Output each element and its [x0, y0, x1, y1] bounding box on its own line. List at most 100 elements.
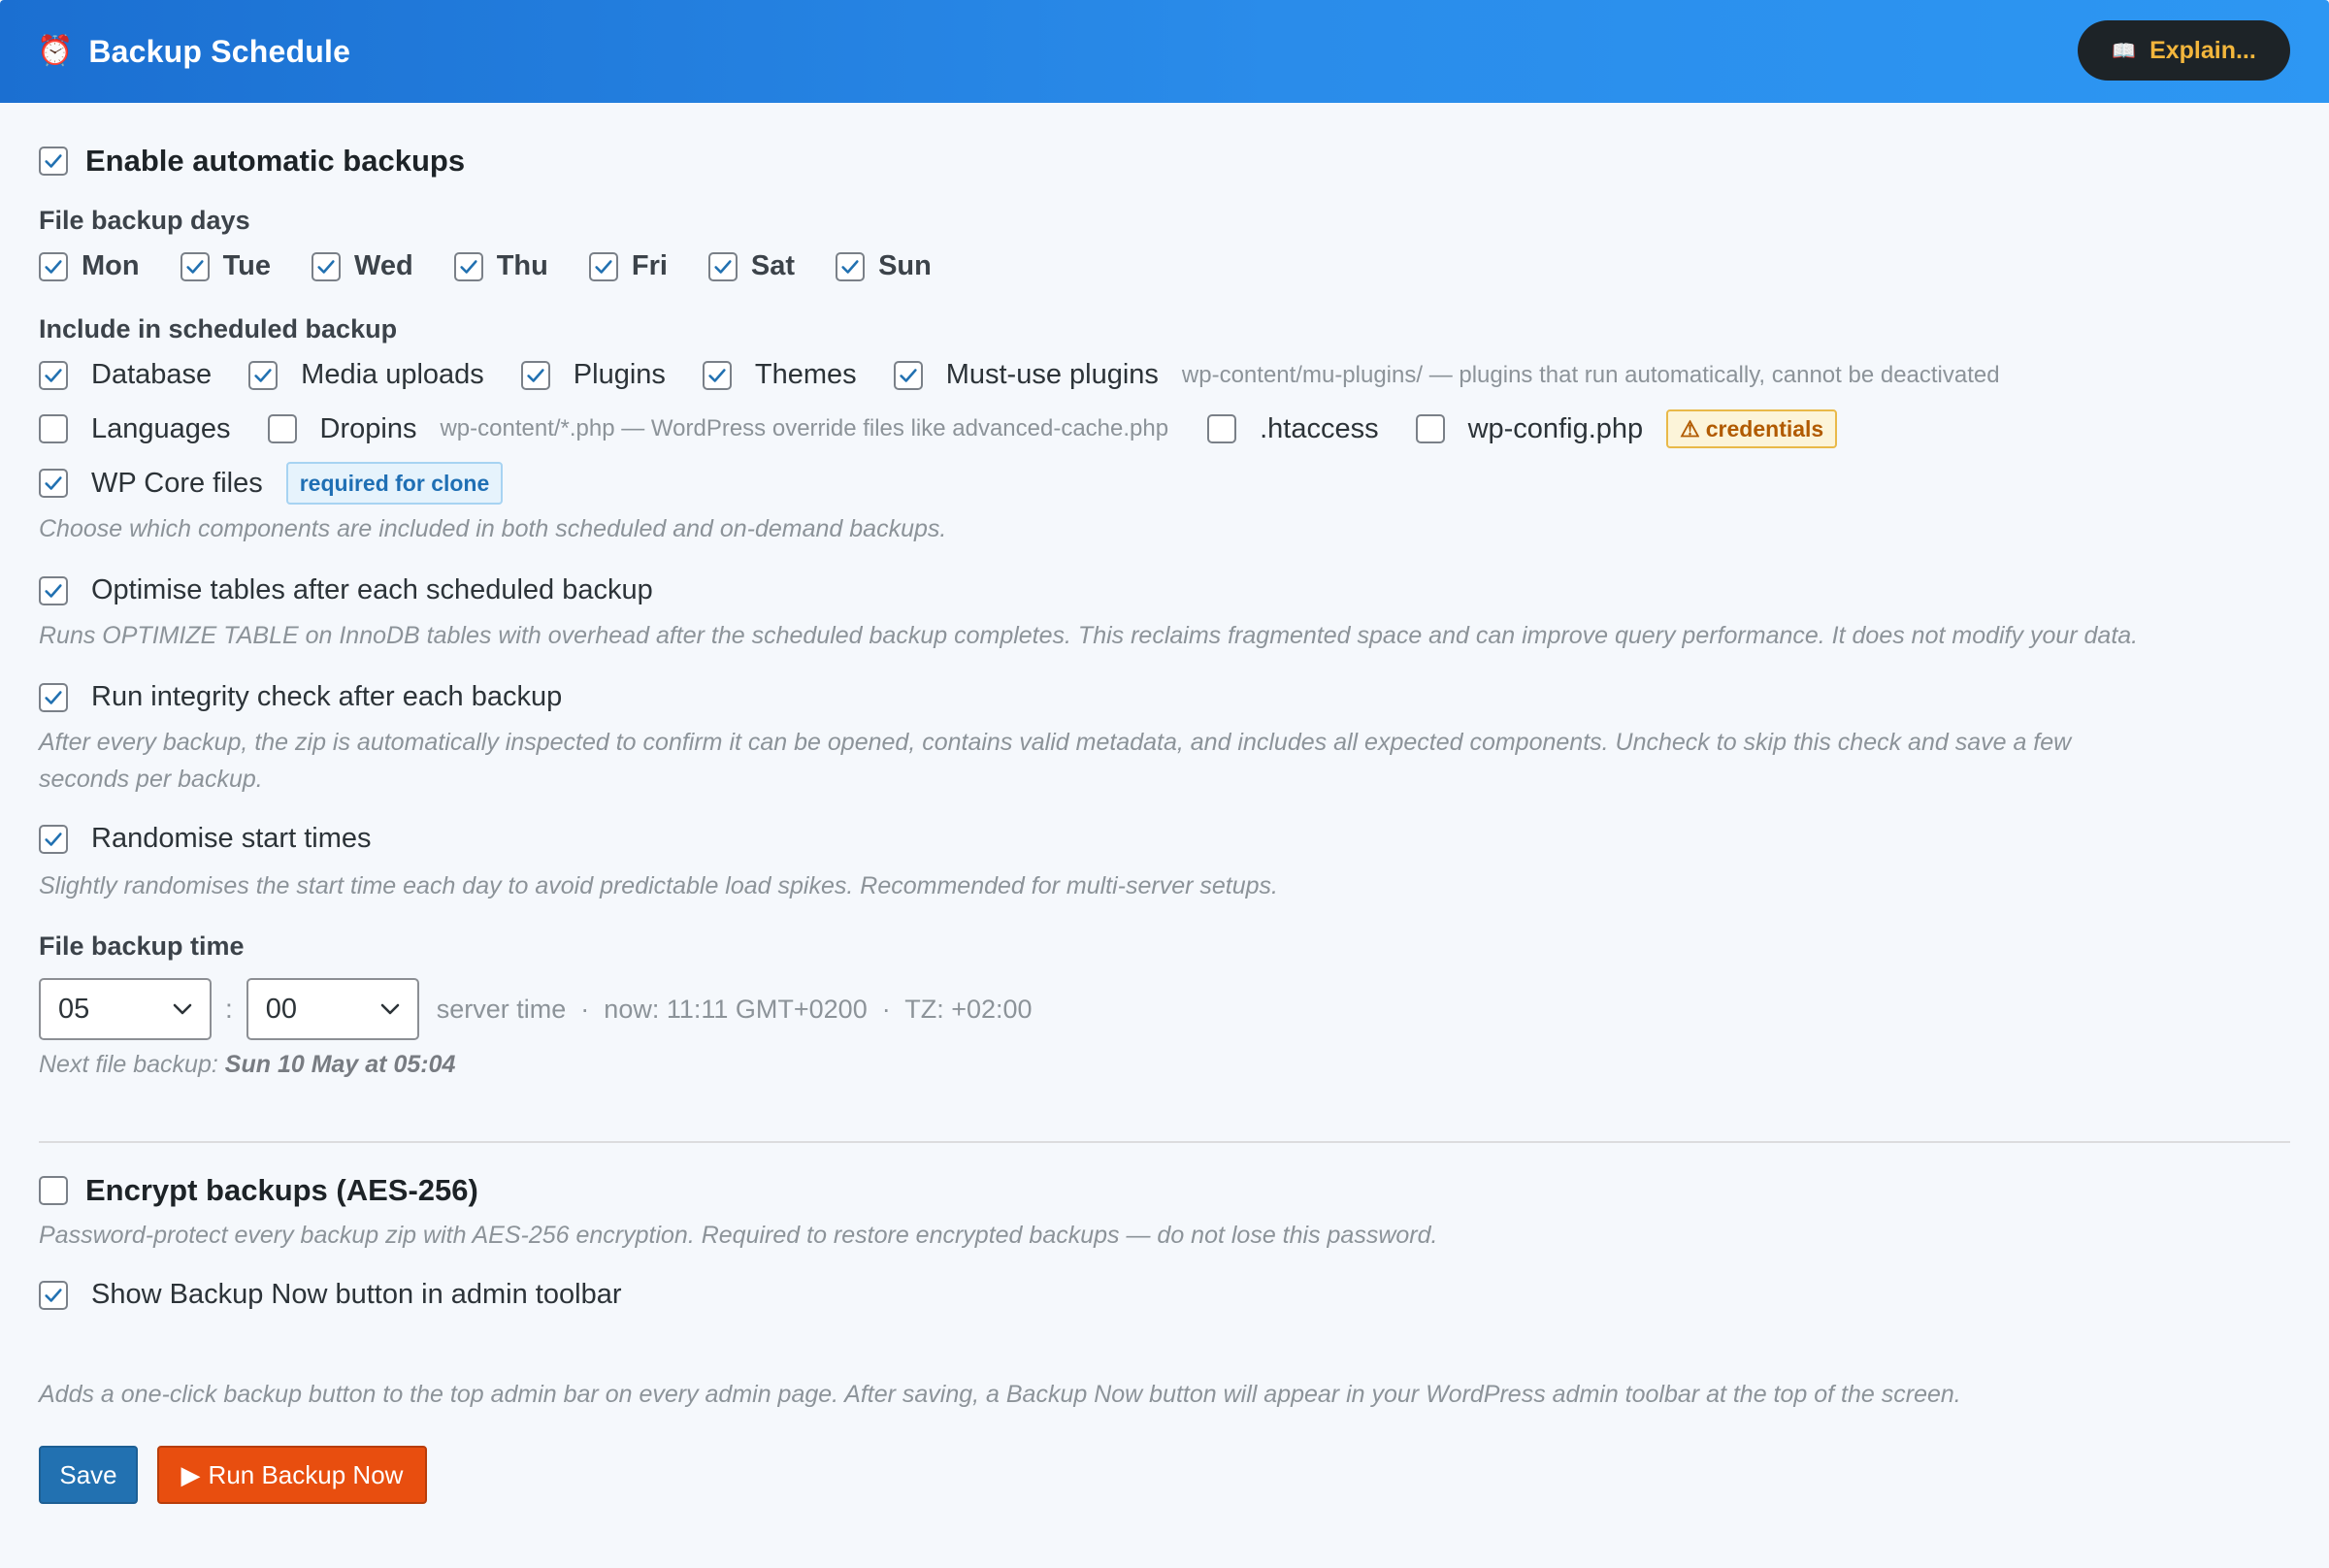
checkmark-icon — [900, 368, 917, 382]
day-fri[interactable]: Fri — [588, 250, 668, 282]
day-tue[interactable]: Tue — [180, 250, 271, 282]
hour-select-value: 05 — [58, 993, 90, 1025]
checkmark-icon — [45, 154, 62, 168]
day-mon-label: Mon — [82, 250, 140, 281]
include-languages-label: Languages — [91, 412, 231, 444]
day-tue-label: Tue — [222, 250, 271, 281]
encrypt-backups-checkbox[interactable] — [39, 1176, 68, 1205]
include-themes-label: Themes — [754, 359, 857, 390]
include-htaccess-label: .htaccess — [1260, 412, 1379, 444]
file-backup-days-heading-text: File backup days — [39, 206, 250, 235]
include-dropins-checkbox[interactable] — [267, 414, 297, 443]
day-thu[interactable]: Thu — [453, 250, 548, 282]
toolbar-button-row[interactable]: Show Backup Now button in admin toolbar — [39, 1279, 621, 1311]
include-database[interactable]: Database — [39, 359, 212, 391]
enable-automatic-backups-checkbox[interactable] — [39, 147, 68, 176]
day-wed-checkbox[interactable] — [312, 251, 341, 281]
day-fri-checkbox[interactable] — [588, 251, 618, 281]
integrity-check-label: Run integrity check after each backup — [91, 681, 563, 712]
file-backup-days-heading: File backup days — [39, 206, 250, 236]
optimise-help-text: Runs OPTIMIZE TABLE on InnoDB tables wit… — [39, 622, 2139, 649]
hour-select[interactable]: 05 — [39, 978, 212, 1040]
toolbar-help-text: Adds a one-click backup button to the to… — [39, 1381, 1961, 1408]
minute-select[interactable]: 00 — [246, 978, 419, 1040]
include-languages-checkbox[interactable] — [39, 414, 68, 443]
include-media-uploads[interactable]: Media uploads — [248, 359, 484, 391]
day-sun-label: Sun — [878, 250, 932, 281]
include-dropins-label: Dropins — [319, 412, 417, 444]
integrity-row[interactable]: Run integrity check after each backup — [39, 681, 562, 713]
day-tue-checkbox[interactable] — [180, 251, 210, 281]
checkmark-icon — [841, 259, 859, 274]
warning-icon: ⚠ — [1680, 415, 1700, 441]
day-thu-checkbox[interactable] — [453, 251, 483, 281]
day-sat[interactable]: Sat — [707, 250, 796, 282]
include-media-label: Media uploads — [301, 359, 484, 390]
include-mu-plugins[interactable]: Must-use plugins — [893, 359, 1159, 391]
day-sat-checkbox[interactable] — [707, 251, 738, 281]
day-sat-label: Sat — [750, 250, 796, 281]
checkmark-icon — [185, 259, 204, 274]
run-backup-now-label: Run Backup Now — [208, 1459, 404, 1489]
include-wp-core[interactable]: WP Core files — [39, 468, 263, 500]
day-sun-checkbox[interactable] — [836, 251, 866, 281]
day-thu-label: Thu — [496, 250, 548, 281]
randomise-help: Slightly randomises the start time each … — [39, 867, 1278, 904]
include-mu-plugins-checkbox[interactable] — [893, 360, 923, 390]
day-wed[interactable]: Wed — [312, 250, 413, 282]
include-row-3: WP Core files required for clone — [39, 462, 504, 505]
file-backup-time-controls: 05 : 00 server time · now: 11:11 GMT+020… — [39, 978, 1033, 1040]
enable-automatic-backups-label: Enable automatic backups — [85, 144, 466, 178]
day-mon[interactable]: Mon — [39, 250, 140, 282]
include-plugins-checkbox[interactable] — [520, 360, 550, 390]
checkmark-icon — [45, 690, 62, 704]
include-wp-config[interactable]: wp-config.php — [1415, 412, 1644, 445]
section-divider — [39, 1141, 2290, 1143]
day-mon-checkbox[interactable] — [39, 251, 68, 281]
file-backup-time-heading: File backup time — [39, 931, 245, 962]
include-themes[interactable]: Themes — [702, 359, 857, 391]
alarm-clock-icon: ⏰ — [37, 35, 74, 67]
include-wpconfig-checkbox[interactable] — [1415, 414, 1445, 443]
include-media-checkbox[interactable] — [248, 360, 279, 390]
dropins-hint: wp-content/*.php — WordPress override fi… — [440, 415, 1169, 441]
next-backup-text: Next file backup: Sun 10 May at 05:04 — [39, 1046, 455, 1083]
include-help-text: Choose which components are included in … — [39, 515, 947, 542]
include-htaccess-checkbox[interactable] — [1207, 414, 1237, 443]
include-themes-checkbox[interactable] — [702, 360, 732, 390]
day-sun[interactable]: Sun — [836, 250, 932, 282]
explain-button[interactable]: 📖 Explain... — [2078, 20, 2290, 81]
include-htaccess[interactable]: .htaccess — [1207, 413, 1379, 445]
randomise-row[interactable]: Randomise start times — [39, 823, 372, 855]
checkmark-icon — [527, 368, 544, 382]
integrity-check-checkbox[interactable] — [39, 682, 68, 712]
optimise-row[interactable]: Optimise tables after each scheduled bac… — [39, 574, 653, 606]
backup-schedule-panel: ⏰ Backup Schedule 📖 Explain... Enable au… — [0, 0, 2329, 1568]
run-backup-now-button[interactable]: ▶ Run Backup Now — [157, 1446, 427, 1504]
encrypt-help: Password-protect every backup zip with A… — [39, 1217, 1437, 1254]
show-toolbar-button-checkbox[interactable] — [39, 1280, 68, 1310]
include-core-checkbox[interactable] — [39, 469, 68, 498]
checkmark-icon — [45, 832, 62, 846]
include-database-label: Database — [91, 359, 213, 390]
include-wpconfig-label: wp-config.php — [1467, 412, 1644, 444]
show-toolbar-button-label: Show Backup Now button in admin toolbar — [91, 1279, 622, 1310]
next-backup-value: Sun 10 May at 05:04 — [224, 1051, 456, 1078]
optimise-tables-label: Optimise tables after each scheduled bac… — [91, 574, 653, 605]
encrypt-row[interactable]: Encrypt backups (AES-256) — [39, 1173, 478, 1208]
include-database-checkbox[interactable] — [39, 360, 68, 390]
randomise-start-checkbox[interactable] — [39, 824, 68, 854]
panel-header: ⏰ Backup Schedule 📖 Explain... — [0, 0, 2329, 103]
save-button[interactable]: Save — [39, 1446, 138, 1504]
optimise-tables-checkbox[interactable] — [39, 575, 68, 605]
day-fri-label: Fri — [631, 250, 668, 281]
chevron-down-icon — [380, 1003, 400, 1015]
required-for-clone-badge: required for clone — [285, 462, 504, 505]
include-dropins[interactable]: Dropins — [267, 412, 417, 445]
credentials-badge: ⚠ credentials — [1666, 409, 1838, 448]
include-mu-plugins-label: Must-use plugins — [945, 359, 1159, 390]
include-plugins[interactable]: Plugins — [520, 359, 666, 391]
include-languages[interactable]: Languages — [39, 413, 231, 445]
include-heading-text: Include in scheduled backup — [39, 314, 398, 343]
checkmark-icon — [45, 1288, 62, 1302]
